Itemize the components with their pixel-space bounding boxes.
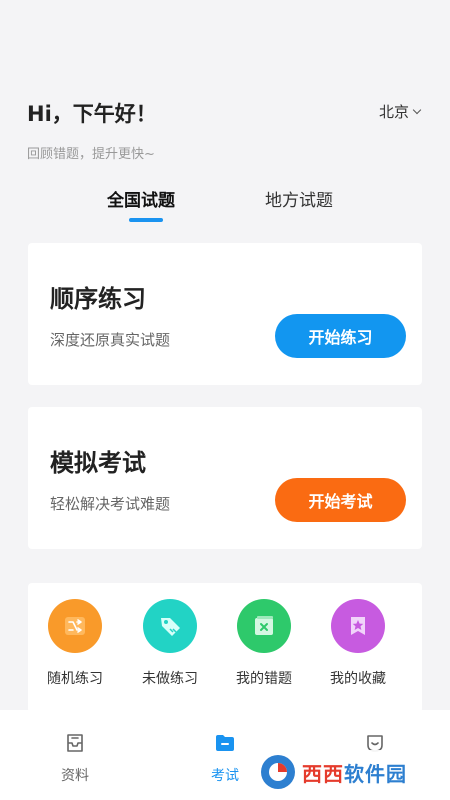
- exam-folder-icon: [214, 732, 236, 758]
- wrong-book-icon: [237, 599, 291, 653]
- nav-item-data[interactable]: 资料: [45, 732, 105, 785]
- watermark-text: 西西软件园: [302, 758, 407, 787]
- tool-my-favorites[interactable]: 我的收藏: [318, 599, 398, 688]
- tab-national[interactable]: 全国试题: [107, 186, 175, 211]
- tools-panel: 随机练习 未做练习 我的错题 我的收藏: [28, 583, 422, 713]
- start-exam-button[interactable]: 开始考试: [275, 478, 406, 522]
- nav-label: 考试: [211, 768, 239, 784]
- tag-icon: [143, 599, 197, 653]
- watermark-brand-b: 软件园: [344, 761, 407, 786]
- start-practice-button[interactable]: 开始练习: [275, 314, 406, 358]
- tool-label: 未做练习: [142, 671, 198, 687]
- nav-label: 资料: [61, 768, 89, 784]
- watermark-brand-a: 西西: [302, 761, 344, 786]
- card-description: 轻松解决考试难题: [50, 495, 171, 513]
- tool-label: 我的收藏: [330, 671, 386, 687]
- tool-label: 我的错题: [236, 671, 292, 687]
- chevron-down-icon: [412, 105, 422, 114]
- tab-local[interactable]: 地方试题: [265, 186, 333, 211]
- tool-label: 随机练习: [47, 671, 103, 687]
- inbox-icon: [64, 732, 86, 758]
- star-bookmark-icon: [331, 599, 385, 653]
- tool-undone-practice[interactable]: 未做练习: [130, 599, 210, 688]
- card-title: 模拟考试: [50, 449, 146, 477]
- cr173-logo-icon: [261, 755, 295, 789]
- greeting-title: Hi，下午好！: [27, 102, 157, 126]
- question-tabs: 全国试题 地方试题: [0, 186, 450, 226]
- watermark: 西西软件园: [252, 750, 432, 794]
- tool-random-practice[interactable]: 随机练习: [35, 599, 115, 688]
- greeting-subtitle: 回顾错题，提升更快~: [27, 147, 155, 162]
- city-selector[interactable]: 北京: [378, 101, 422, 122]
- tab-active-indicator: [129, 218, 163, 222]
- card-description: 深度还原真实试题: [50, 331, 171, 349]
- card-title: 顺序练习: [50, 285, 146, 313]
- sequential-practice-card: 顺序练习 深度还原真实试题 开始练习: [28, 243, 422, 385]
- nav-item-exam[interactable]: 考试: [195, 732, 255, 785]
- tool-my-mistakes[interactable]: 我的错题: [224, 599, 304, 688]
- mock-exam-card: 模拟考试 轻松解决考试难题 开始考试: [28, 407, 422, 549]
- city-label: 北京: [378, 103, 409, 121]
- shuffle-icon: [48, 599, 102, 653]
